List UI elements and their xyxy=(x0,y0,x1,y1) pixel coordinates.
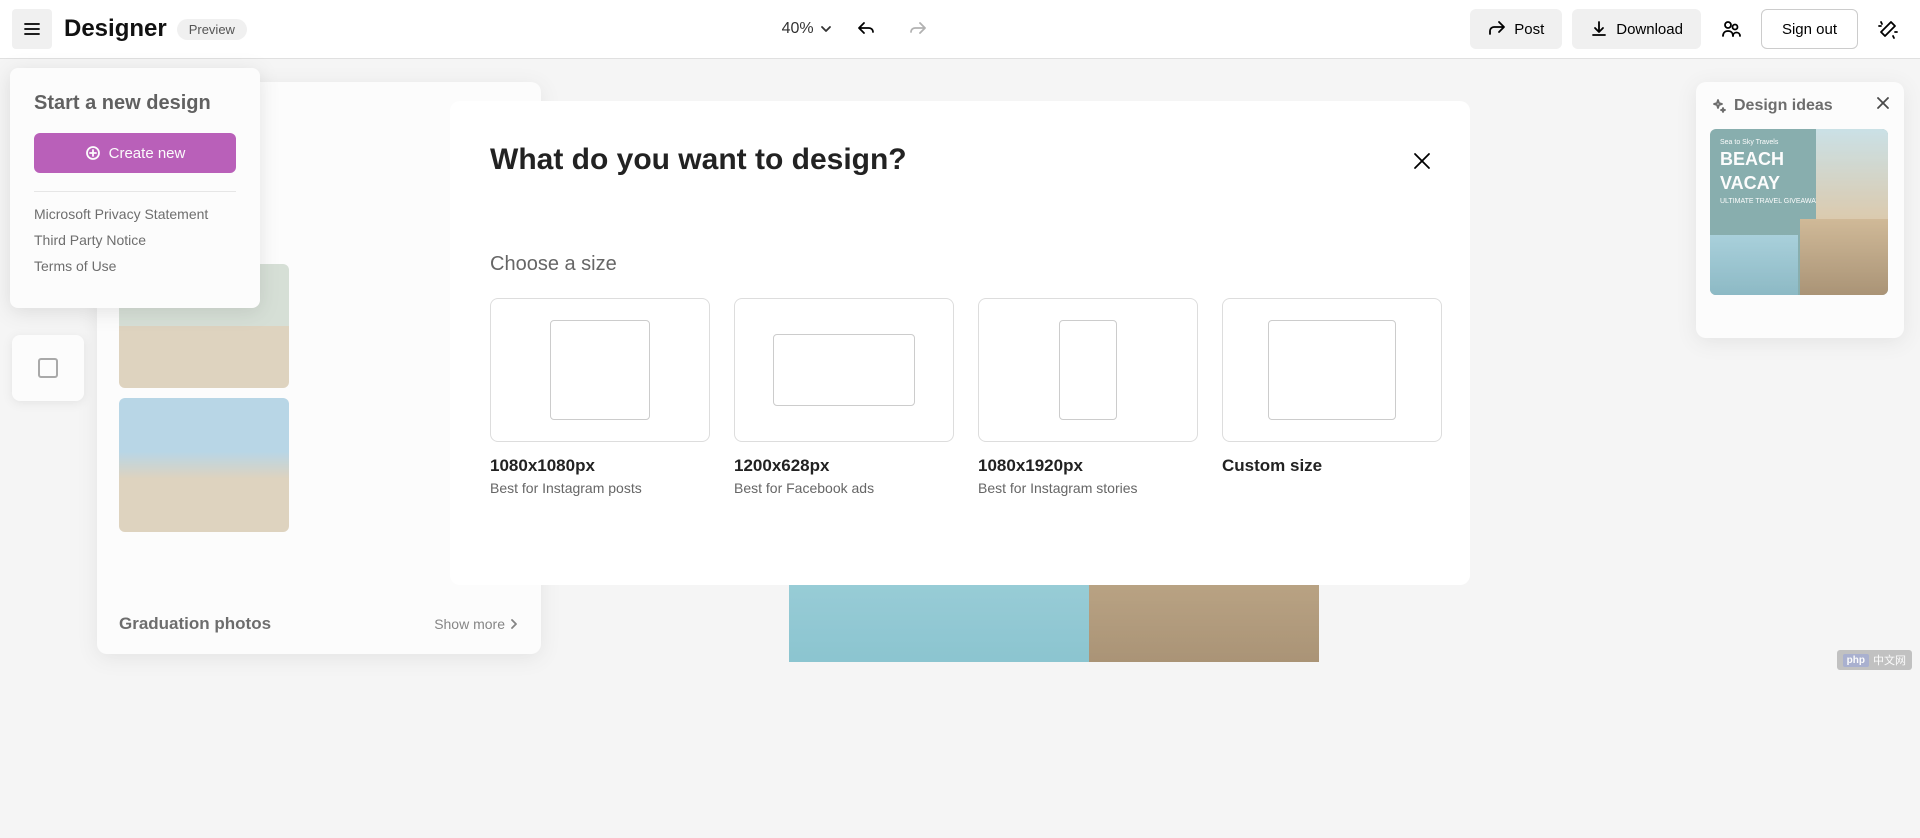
hamburger-icon xyxy=(22,19,42,39)
zoom-control[interactable]: 40% xyxy=(782,20,832,38)
modal-subtitle: Choose a size xyxy=(490,253,1430,276)
topbar: Designer Preview 40% Post xyxy=(0,0,1920,59)
size-label: 1200x628px xyxy=(734,456,954,476)
undo-icon xyxy=(856,19,876,39)
post-label: Post xyxy=(1514,21,1544,38)
menu-button[interactable] xyxy=(12,9,52,49)
size-desc: Best for Facebook ads xyxy=(734,480,954,496)
size-modal: What do you want to design? Choose a siz… xyxy=(450,101,1470,585)
size-label: 1080x1080px xyxy=(490,456,710,476)
chevron-down-icon xyxy=(820,23,832,35)
size-preview xyxy=(1222,298,1442,442)
shape-custom xyxy=(1268,320,1396,420)
shape-wide xyxy=(773,334,915,406)
magic-wand-icon xyxy=(1877,18,1899,40)
people-button[interactable] xyxy=(1711,9,1751,49)
topbar-center: 40% xyxy=(247,11,1470,47)
magic-button[interactable] xyxy=(1868,9,1908,49)
app-title: Designer xyxy=(64,15,167,43)
size-label: Custom size xyxy=(1222,456,1442,476)
modal-title: What do you want to design? xyxy=(490,143,1430,177)
size-preview xyxy=(734,298,954,442)
close-icon xyxy=(1412,151,1432,171)
size-option-custom[interactable]: Custom size xyxy=(1222,298,1442,496)
download-label: Download xyxy=(1616,21,1683,38)
download-icon xyxy=(1590,20,1608,38)
size-option-1080x1080[interactable]: 1080x1080px Best for Instagram posts xyxy=(490,298,710,496)
signout-label: Sign out xyxy=(1782,21,1837,38)
topbar-right: Post Download Sign out xyxy=(1470,9,1908,49)
size-label: 1080x1920px xyxy=(978,456,1198,476)
size-preview xyxy=(490,298,710,442)
share-arrow-icon xyxy=(1488,20,1506,38)
size-desc: Best for Instagram posts xyxy=(490,480,710,496)
people-icon xyxy=(1720,18,1742,40)
size-desc: Best for Instagram stories xyxy=(978,480,1198,496)
size-options: 1080x1080px Best for Instagram posts 120… xyxy=(490,298,1430,496)
redo-icon xyxy=(908,19,928,39)
signout-button[interactable]: Sign out xyxy=(1761,9,1858,49)
preview-badge: Preview xyxy=(177,19,247,40)
shape-tall xyxy=(1059,320,1117,420)
post-button[interactable]: Post xyxy=(1470,9,1562,49)
download-button[interactable]: Download xyxy=(1572,9,1701,49)
zoom-value: 40% xyxy=(782,20,814,38)
size-option-1200x628[interactable]: 1200x628px Best for Facebook ads xyxy=(734,298,954,496)
shape-square xyxy=(550,320,650,420)
undo-button[interactable] xyxy=(848,11,884,47)
modal-close-button[interactable] xyxy=(1406,145,1438,177)
modal-overlay: What do you want to design? Choose a siz… xyxy=(0,59,1920,838)
size-option-1080x1920[interactable]: 1080x1920px Best for Instagram stories xyxy=(978,298,1198,496)
size-preview xyxy=(978,298,1198,442)
redo-button xyxy=(900,11,936,47)
